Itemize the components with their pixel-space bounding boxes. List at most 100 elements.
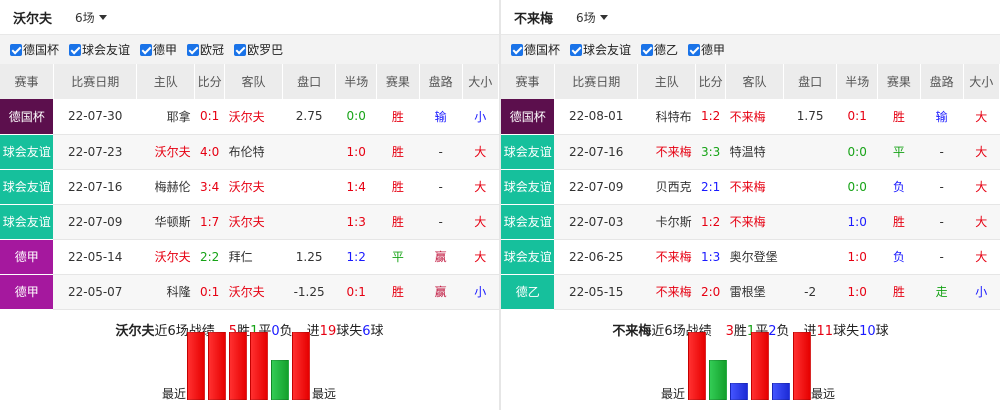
- cell-away[interactable]: 不来梅: [725, 169, 784, 205]
- cell-league[interactable]: 球会友谊: [0, 204, 54, 240]
- filter-checkbox[interactable]: 德国杯: [511, 41, 560, 58]
- cell-handicap: 1.75: [783, 99, 837, 135]
- cell-home[interactable]: 科特布: [637, 99, 696, 135]
- match-row[interactable]: 德甲 22-05-14 沃尔夫 2:2 拜仁 1.25 1:2 平赢大: [0, 239, 499, 275]
- cell-score: 1:2: [695, 204, 726, 240]
- checkbox-checked-icon[interactable]: [10, 43, 22, 56]
- column-header: 赛事: [0, 64, 54, 99]
- filter-checkbox[interactable]: 德国杯: [10, 41, 59, 58]
- match-row[interactable]: 球会友谊 22-07-09 华顿斯 1:7 沃尔夫 1:3 胜 - 大: [0, 204, 499, 240]
- cell-home[interactable]: 贝西克: [637, 169, 696, 205]
- cell-result: 平: [376, 239, 420, 275]
- cell-away[interactable]: 不来梅: [725, 204, 784, 240]
- cell-ou: 大: [462, 204, 499, 240]
- cell-home[interactable]: 科隆: [136, 274, 195, 310]
- match-row[interactable]: 德国杯 22-08-01 科特布 1:2 不来梅 1.75 0:1 胜输大: [501, 99, 1000, 135]
- cell-away[interactable]: 特温特: [725, 134, 784, 170]
- cell-league[interactable]: 德国杯: [501, 99, 555, 135]
- match-row[interactable]: 球会友谊 22-07-09 贝西克 2:1 不来梅 0:0 负 - 大: [501, 169, 1000, 205]
- cell-home[interactable]: 沃尔夫: [136, 239, 195, 275]
- cell-half: 1:4: [335, 169, 377, 205]
- cell-league[interactable]: 德乙: [501, 274, 555, 310]
- cell-result: 负: [877, 169, 921, 205]
- match-row[interactable]: 球会友谊 22-07-23 沃尔夫 4:0 布伦特 1:0 胜 - 大: [0, 134, 499, 170]
- match-row[interactable]: 德国杯 22-07-30 耶拿 0:1 沃尔夫 2.75 0:0 胜输小: [0, 99, 499, 135]
- cell-away[interactable]: 雷根堡: [725, 274, 784, 310]
- cell-half: 1:0: [335, 134, 377, 170]
- cell-league[interactable]: 球会友谊: [0, 169, 54, 205]
- checkbox-checked-icon[interactable]: [234, 43, 247, 56]
- cell-handicap: -2: [783, 274, 837, 310]
- match-row[interactable]: 德甲 22-05-07 科隆 0:1 沃尔夫 -1.25 0:1 胜赢小: [0, 274, 499, 310]
- cell-away[interactable]: 沃尔夫: [224, 99, 283, 135]
- checkbox-checked-icon[interactable]: [140, 43, 153, 56]
- cell-away[interactable]: 沃尔夫: [224, 274, 283, 310]
- cell-home[interactable]: 不来梅: [637, 274, 696, 310]
- cell-away[interactable]: 沃尔夫: [224, 169, 283, 205]
- cell-home[interactable]: 梅赫伦: [136, 169, 195, 205]
- cell-half: 0:1: [836, 99, 878, 135]
- cell-league[interactable]: 球会友谊: [0, 134, 54, 170]
- cell-result: 胜: [376, 99, 420, 135]
- column-header: 比赛日期: [554, 64, 639, 99]
- cell-handicap: [783, 134, 837, 170]
- match-count-value: 6场: [576, 10, 596, 25]
- match-row[interactable]: 球会友谊 22-07-16 不来梅 3:3 特温特 0:0 平 - 大: [501, 134, 1000, 170]
- cell-line: -: [920, 204, 964, 240]
- cell-home[interactable]: 耶拿: [136, 99, 195, 135]
- filter-checkbox[interactable]: 球会友谊: [69, 41, 130, 58]
- cell-date: 22-07-30: [53, 99, 137, 135]
- column-header: 半场: [335, 64, 378, 99]
- checkbox-checked-icon[interactable]: [69, 43, 82, 56]
- checkbox-checked-icon[interactable]: [187, 43, 200, 56]
- cell-league[interactable]: 球会友谊: [501, 134, 555, 170]
- filter-checkbox[interactable]: 欧冠: [187, 41, 224, 58]
- cell-home[interactable]: 华顿斯: [136, 204, 195, 240]
- cell-line: -: [419, 169, 463, 205]
- cell-half: 1:0: [836, 274, 878, 310]
- column-header: 半场: [836, 64, 879, 99]
- cell-half: 1:0: [836, 239, 878, 275]
- cell-league[interactable]: 德甲: [0, 274, 54, 310]
- cell-ou: 大: [462, 239, 499, 275]
- cell-league[interactable]: 球会友谊: [501, 239, 555, 275]
- cell-result: 胜: [877, 204, 921, 240]
- match-row[interactable]: 球会友谊 22-06-25 不来梅 1:3 奥尔登堡 1:0 负 - 大: [501, 239, 1000, 275]
- match-row[interactable]: 球会友谊 22-07-03 卡尔斯 1:2 不来梅 1:0 胜 - 大: [501, 204, 1000, 240]
- filter-checkbox[interactable]: 欧罗巴: [234, 41, 283, 58]
- cell-home[interactable]: 不来梅: [637, 239, 696, 275]
- cell-league[interactable]: 球会友谊: [501, 204, 555, 240]
- cell-away[interactable]: 不来梅: [725, 99, 784, 135]
- filter-checkbox[interactable]: 德甲: [688, 41, 725, 58]
- cell-home[interactable]: 不来梅: [637, 134, 696, 170]
- column-header: 赛事: [501, 64, 555, 99]
- match-count-select[interactable]: 6场: [576, 9, 608, 26]
- cell-handicap: [783, 204, 837, 240]
- checkbox-checked-icon[interactable]: [570, 43, 583, 56]
- cell-result: 胜: [877, 274, 921, 310]
- column-header: 盘口: [282, 64, 337, 99]
- cell-league[interactable]: 德国杯: [0, 99, 54, 135]
- cell-away[interactable]: 拜仁: [224, 239, 283, 275]
- filter-checkbox[interactable]: 德甲: [140, 41, 177, 58]
- cell-away[interactable]: 沃尔夫: [224, 204, 283, 240]
- match-row[interactable]: 德乙 22-05-15 不来梅 2:0 雷根堡 -2 1:0 胜走小: [501, 274, 1000, 310]
- checkbox-checked-icon[interactable]: [511, 43, 523, 56]
- cell-away[interactable]: 奥尔登堡: [725, 239, 784, 275]
- cell-away[interactable]: 布伦特: [224, 134, 283, 170]
- cell-league[interactable]: 德甲: [0, 239, 54, 275]
- match-row[interactable]: 球会友谊 22-07-16 梅赫伦 3:4 沃尔夫 1:4 胜 - 大: [0, 169, 499, 205]
- form-bar-win: [229, 332, 247, 400]
- filter-checkbox[interactable]: 德乙: [641, 41, 678, 58]
- team-name: 不来梅: [514, 11, 554, 27]
- cell-result: 胜: [877, 99, 921, 135]
- checkbox-checked-icon[interactable]: [641, 43, 654, 56]
- checkbox-checked-icon[interactable]: [688, 43, 701, 56]
- match-count-select[interactable]: 6场: [75, 9, 107, 26]
- cell-home[interactable]: 卡尔斯: [637, 204, 696, 240]
- filter-label: 欧冠: [200, 43, 225, 57]
- filter-checkbox[interactable]: 球会友谊: [570, 41, 631, 58]
- cell-league[interactable]: 球会友谊: [501, 169, 555, 205]
- cell-home[interactable]: 沃尔夫: [136, 134, 195, 170]
- cell-score: 4:0: [194, 134, 225, 170]
